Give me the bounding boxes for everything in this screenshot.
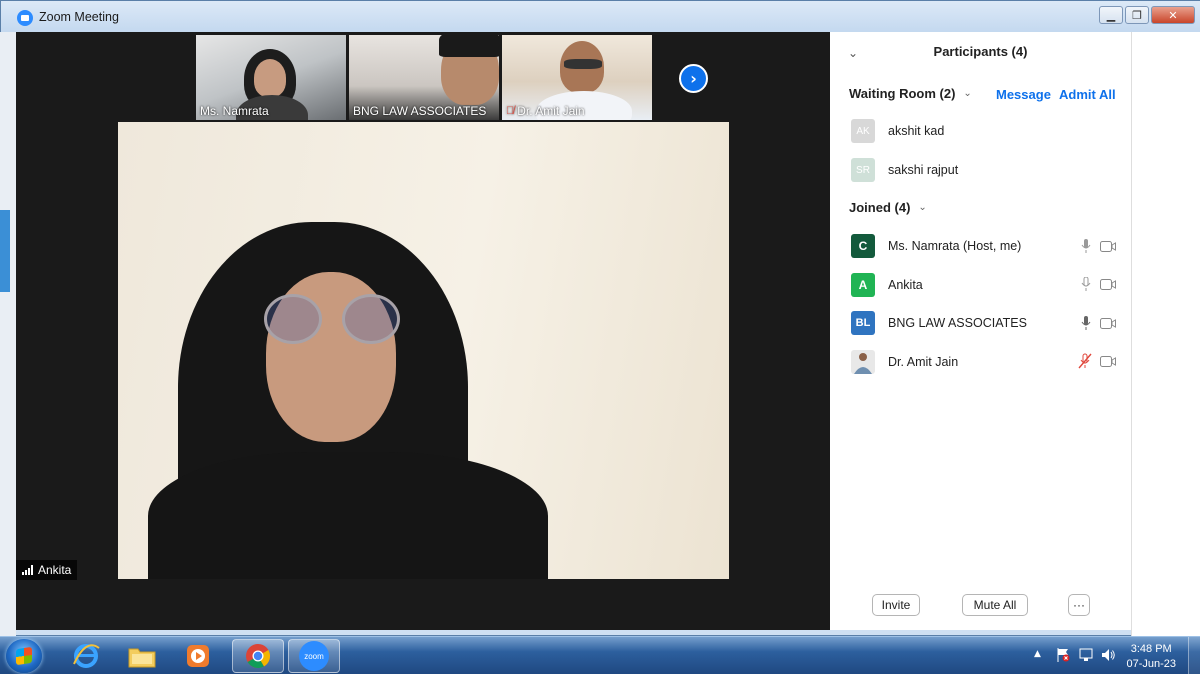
avatar: SR (851, 158, 875, 182)
waiting-participant-row[interactable]: SR sakshi rajput (851, 157, 1121, 183)
clock-time: 3:48 PM (1130, 643, 1172, 655)
active-speaker-video[interactable] (118, 122, 729, 579)
admit-all-link[interactable]: Admit All (1059, 87, 1116, 102)
clock-date: 07-Jun-23 (1126, 658, 1176, 670)
thumbnail-name: BNG LAW ASSOCIATES (353, 104, 487, 118)
avatar: BL (851, 311, 875, 335)
participant-name: sakshi rajput (888, 163, 959, 177)
start-button[interactable] (6, 639, 42, 673)
action-center-icon[interactable] (1056, 647, 1070, 667)
system-tray: ▲ 3:48 PM 07-Jun-23 (1010, 637, 1200, 674)
waiting-room-header[interactable]: Waiting Room (2) ⌄ (849, 86, 972, 101)
joined-label: Joined (4) (849, 200, 911, 215)
participants-panel: ⌄ Participants (4) Waiting Room (2) ⌄ Me… (830, 32, 1131, 630)
avatar (851, 350, 875, 374)
message-link[interactable]: Message (996, 87, 1051, 102)
speaker-glasses (264, 294, 404, 344)
participant-name: Dr. Amit Jain (888, 355, 959, 369)
clock[interactable]: 3:48 PM 07-Jun-23 (1126, 642, 1176, 672)
participant-hair (439, 35, 499, 57)
active-speaker-label: Ankita (16, 560, 78, 580)
window-title: Zoom Meeting (39, 10, 119, 24)
minimize-button[interactable]: ▁ (1099, 6, 1123, 24)
chrome-icon[interactable] (232, 639, 284, 673)
chevron-right-icon: › (690, 69, 697, 88)
thumbnail-video[interactable]: Ms. Namrata (196, 35, 346, 120)
chevron-down-icon: ⌄ (918, 202, 927, 213)
avatar: AK (851, 119, 875, 143)
mic-muted-icon: 🎙̸ (506, 105, 515, 117)
chevron-down-icon: ⌄ (963, 88, 972, 99)
thumbnail-video[interactable]: BNG LAW ASSOCIATES (349, 35, 499, 120)
window-controls: ▁ ❐ ✕ (1099, 6, 1195, 24)
volume-icon[interactable] (1100, 647, 1116, 667)
video-camera-icon[interactable] (1100, 353, 1116, 369)
close-icon: ✕ (1168, 8, 1178, 22)
microphone-icon[interactable] (1078, 276, 1094, 292)
glasses-lens (342, 294, 400, 344)
maximize-button[interactable]: ❐ (1125, 6, 1149, 24)
window-right-area (1131, 32, 1200, 636)
thumbnail-video[interactable]: 🎙̸ Dr. Amit Jain (502, 35, 652, 120)
invite-button[interactable]: Invite (872, 594, 920, 616)
media-player-icon[interactable] (172, 639, 224, 673)
mute-all-button[interactable]: Mute All (962, 594, 1028, 616)
background-sliver (0, 32, 16, 636)
file-explorer-icon[interactable] (116, 639, 168, 673)
taskbar: zoom ▲ 3:48 PM 07-Jun-23 (0, 636, 1200, 674)
thumbnail-name: 🎙̸ Dr. Amit Jain (506, 104, 585, 118)
close-button[interactable]: ✕ (1151, 6, 1195, 24)
participant-name: BNG LAW ASSOCIATES (888, 316, 1027, 330)
gallery-strip: Ms. Namrata BNG LAW ASSOCIATES 🎙̸ Dr. Am… (196, 35, 652, 120)
zoom-icon[interactable]: zoom (288, 639, 340, 673)
video-camera-icon[interactable] (1100, 276, 1116, 292)
internet-explorer-icon[interactable] (60, 639, 112, 673)
waiting-participant-row[interactable]: AK akshit kad (851, 118, 1121, 144)
avatar: A (851, 273, 875, 297)
signal-bars-icon (22, 565, 33, 575)
next-page-button[interactable]: › (679, 64, 708, 93)
participant-name: Ms. Namrata (Host, me) (888, 239, 1022, 253)
waiting-room-label: Waiting Room (2) (849, 86, 956, 101)
show-desktop-button[interactable] (1188, 637, 1200, 674)
thumbnail-name: Ms. Namrata (200, 104, 269, 118)
participants-header: ⌄ Participants (4) (830, 44, 1131, 64)
maximize-icon: ❐ (1132, 8, 1142, 22)
background-decoration (0, 210, 10, 292)
microphone-icon[interactable] (1078, 238, 1094, 254)
active-speaker-name: Ankita (38, 563, 72, 577)
joined-header[interactable]: Joined (4) ⌄ (849, 200, 927, 215)
title-bar[interactable]: Zoom Meeting ▁ ❐ ✕ (1, 1, 1200, 33)
microphone-muted-icon[interactable] (1077, 353, 1093, 369)
video-camera-icon[interactable] (1100, 238, 1116, 254)
show-hidden-icons-icon[interactable]: ▲ (1034, 649, 1041, 659)
more-options-button[interactable]: ··· (1068, 594, 1090, 616)
minimize-icon: ▁ (1106, 8, 1116, 22)
participant-glasses (564, 59, 602, 69)
network-icon[interactable] (1078, 647, 1094, 667)
microphone-icon[interactable] (1078, 315, 1094, 331)
video-camera-icon[interactable] (1100, 315, 1116, 331)
zoom-app-icon (17, 10, 33, 26)
participant-face (254, 59, 286, 97)
participant-name: Ankita (888, 278, 923, 292)
glasses-lens (264, 294, 322, 344)
meeting-view: Ms. Namrata BNG LAW ASSOCIATES 🎙̸ Dr. Am… (16, 32, 830, 630)
avatar: C (851, 234, 875, 258)
participant-name: akshit kad (888, 124, 945, 138)
participants-title: Participants (4) (933, 44, 1028, 59)
speaker-body (148, 452, 548, 579)
zoom-taskbar-label: zoom (299, 641, 329, 671)
